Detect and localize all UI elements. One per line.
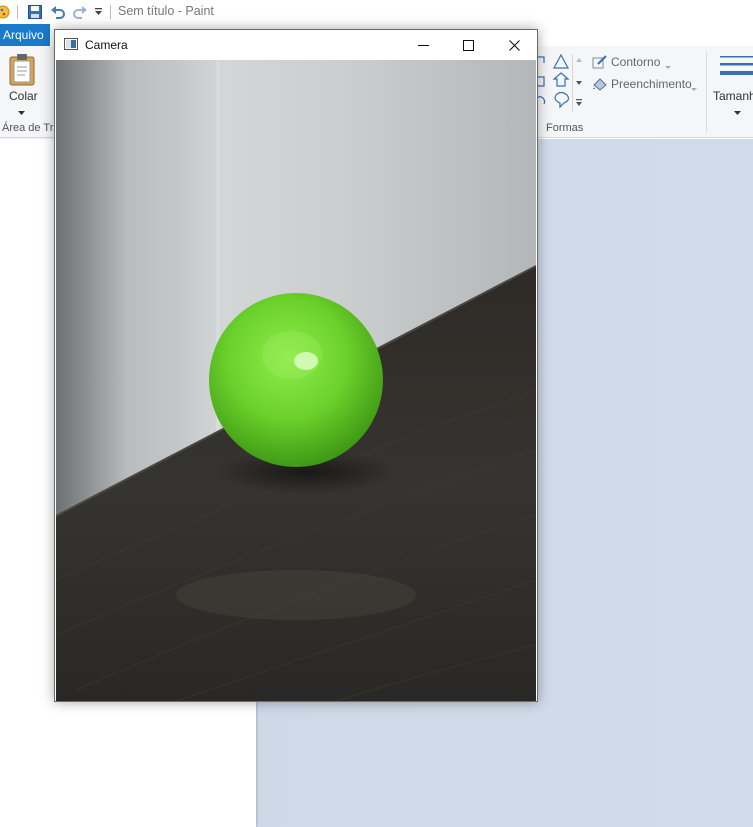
minimize-icon (417, 44, 429, 46)
paste-button-label[interactable]: Colar (9, 89, 38, 103)
close-button[interactable] (491, 30, 537, 60)
toolbar-separator (110, 5, 111, 19)
toolbar-separator (17, 5, 18, 19)
ribbon-group-divider (706, 52, 707, 132)
fill-label[interactable]: Preenchimento (611, 77, 692, 91)
outline-icon[interactable] (592, 55, 608, 72)
camera-window-icon (64, 38, 78, 50)
paste-dropdown-icon[interactable] (18, 105, 25, 119)
maximize-button[interactable] (445, 30, 491, 60)
minimize-button[interactable] (400, 30, 446, 60)
shapes-scroll-buttons[interactable] (572, 54, 585, 112)
shapes-gallery[interactable] (537, 53, 572, 112)
customize-toolbar-icon[interactable] (93, 4, 103, 20)
paint-app-icon[interactable] (0, 4, 10, 20)
fill-dropdown-icon[interactable] (691, 81, 697, 95)
paste-icon[interactable] (8, 52, 36, 86)
quick-access-toolbar: Sem título - Paint (0, 0, 753, 24)
size-icon[interactable] (720, 54, 753, 83)
outline-dropdown-icon[interactable] (665, 59, 671, 73)
camera-feed-image (56, 60, 536, 701)
size-label[interactable]: Tamanh (713, 89, 753, 103)
undo-icon[interactable] (49, 4, 67, 20)
shapes-group-label: Formas (546, 122, 584, 134)
camera-window: Camera (54, 29, 538, 702)
close-icon (508, 39, 520, 51)
redo-icon[interactable] (71, 4, 89, 20)
window-title: Sem título - Paint (118, 4, 214, 18)
outline-label[interactable]: Contorno (611, 55, 660, 69)
clipboard-group-label: Área de Tra (2, 122, 60, 134)
tab-file[interactable]: Arquivo (0, 24, 50, 46)
camera-title-bar[interactable]: Camera (55, 30, 537, 60)
save-icon[interactable] (27, 4, 43, 20)
camera-window-title: Camera (85, 38, 128, 52)
maximize-icon (462, 39, 474, 51)
size-dropdown-icon[interactable] (734, 105, 741, 119)
fill-icon[interactable] (592, 77, 608, 94)
